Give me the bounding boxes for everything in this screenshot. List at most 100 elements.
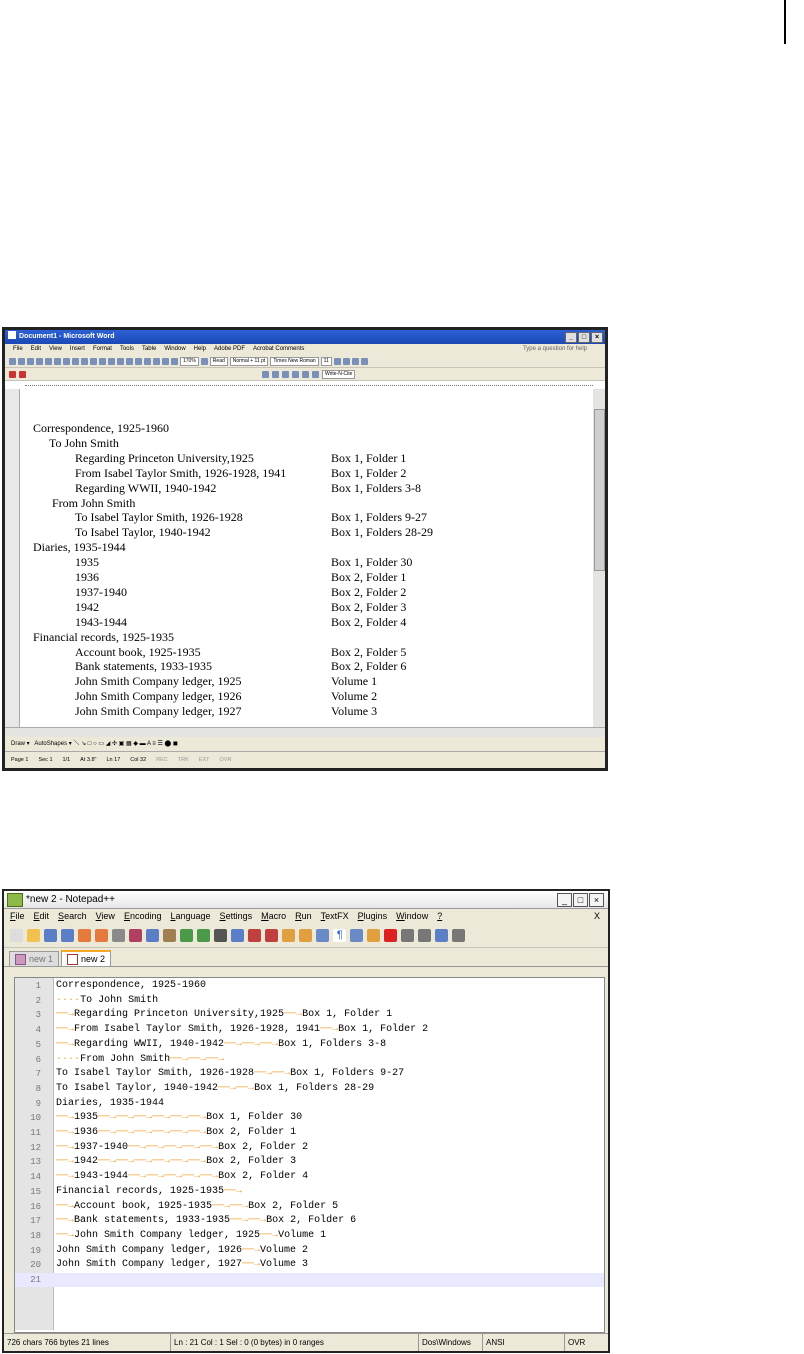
word-menu-help[interactable]: Help — [194, 344, 206, 355]
editor-line[interactable]: 19 John Smith Company ledger, 1926──→Volu… — [15, 1244, 604, 1258]
editor-line[interactable]: 5 ──→Regarding WWII, 1940-1942──→──→──→Bo… — [15, 1038, 604, 1052]
stop-macro-icon[interactable] — [401, 928, 414, 942]
paste-icon[interactable] — [163, 928, 176, 942]
word-menu-view[interactable]: View — [49, 344, 62, 355]
status-rec[interactable]: REC — [156, 752, 168, 768]
align-left-icon[interactable] — [342, 357, 350, 365]
redo-icon[interactable] — [126, 357, 133, 365]
align-right-icon[interactable] — [360, 357, 368, 365]
find-icon[interactable] — [214, 928, 227, 942]
close-icon[interactable] — [78, 928, 91, 942]
spelling-icon[interactable] — [63, 357, 70, 365]
reviewing-icon[interactable] — [312, 370, 319, 378]
paste-icon[interactable] — [99, 357, 106, 365]
word-menu-insert[interactable]: Insert — [70, 344, 85, 355]
print-preview-icon[interactable] — [54, 357, 61, 365]
zoom-select[interactable]: 170% — [180, 356, 199, 366]
help-icon[interactable] — [200, 357, 208, 365]
npp-minimize-button[interactable]: _ — [557, 893, 572, 907]
npp-menu-search[interactable]: Search — [58, 909, 87, 923]
editor-line[interactable]: 6 ····From John Smith──→──→──→ — [15, 1053, 604, 1067]
editor-line[interactable]: 18 ──→John Smith Company ledger, 1925──→V… — [15, 1229, 604, 1243]
reject-icon[interactable] — [302, 370, 309, 378]
wrap-icon[interactable] — [316, 928, 329, 942]
permission-icon[interactable] — [36, 357, 43, 365]
new-file-icon[interactable] — [10, 928, 23, 942]
write-n-cite-button[interactable]: Write-N-Cite — [322, 369, 356, 379]
run-macro-multiple-icon[interactable] — [435, 928, 448, 942]
review-icon[interactable] — [262, 370, 269, 378]
columns-icon[interactable] — [153, 357, 160, 365]
word-menu-file[interactable]: File — [13, 344, 23, 355]
drawing-icon[interactable] — [162, 357, 169, 365]
editor-line[interactable]: 8 To Isabel Taylor, 1940-1942──→──→Box 1,… — [15, 1082, 604, 1096]
redo-icon[interactable] — [197, 928, 210, 942]
editor-line[interactable]: 13 ──→1942──→──→──→──→──→──→Box 2, Folder… — [15, 1155, 604, 1169]
document-area[interactable]: Correspondence, 1925-1960 To John Smith Re… — [5, 389, 595, 727]
open-icon[interactable] — [18, 357, 25, 365]
hyperlink-icon[interactable] — [135, 357, 142, 365]
close-doc-button[interactable]: X — [594, 909, 600, 923]
npp-menu-file[interactable]: File — [10, 909, 25, 923]
pdf-icon[interactable] — [9, 370, 16, 378]
accept-icon[interactable] — [292, 370, 299, 378]
editor-line[interactable]: 21 — [15, 1273, 604, 1287]
save-icon[interactable] — [27, 357, 34, 365]
pdf-mail-icon[interactable] — [19, 370, 26, 378]
npp-maximize-button[interactable]: □ — [573, 893, 588, 907]
replace-icon[interactable] — [231, 928, 244, 942]
print-icon[interactable] — [112, 928, 125, 942]
editor-line[interactable]: 11 ──→1936──→──→──→──→──→──→Box 2, Folder… — [15, 1126, 604, 1140]
npp-menu-edit[interactable]: Edit — [34, 909, 50, 923]
maximize-button[interactable]: □ — [578, 332, 590, 343]
editor-line[interactable]: 7 To Isabel Taylor Smith, 1926-1928──→──→… — [15, 1067, 604, 1081]
close-all-icon[interactable] — [95, 928, 108, 942]
center-icon[interactable] — [351, 357, 359, 365]
play-macro-icon[interactable] — [418, 928, 431, 942]
tab-new-1[interactable]: new 1 — [9, 951, 60, 966]
editor-line[interactable]: 9 Diaries, 1935-1944 — [15, 1097, 604, 1111]
show-hide-icon[interactable] — [171, 357, 178, 365]
all-chars-icon[interactable]: ¶ — [333, 928, 346, 942]
tab-new-2[interactable]: new 2 — [61, 950, 112, 966]
cut-icon[interactable] — [81, 357, 88, 365]
copy-icon[interactable] — [90, 357, 97, 365]
comment-icon[interactable] — [272, 370, 279, 378]
editor-line[interactable]: 3 ──→Regarding Princeton University,1925─… — [15, 1008, 604, 1022]
npp-editor[interactable]: 1 Correspondence, 1925-1960 2 ····To John S… — [14, 977, 605, 1333]
npp-menu-encoding[interactable]: Encoding — [124, 909, 162, 923]
vertical-scrollbar[interactable] — [593, 389, 605, 727]
undo-icon[interactable] — [117, 357, 124, 365]
npp-menu-help[interactable]: ? — [437, 909, 442, 923]
size-select[interactable]: 11 — [320, 356, 332, 366]
editor-line[interactable]: 4 ──→From Isabel Taylor Smith, 1926-1928,… — [15, 1023, 604, 1037]
word-menu-window[interactable]: Window — [164, 344, 185, 355]
record-macro-icon[interactable] — [384, 928, 397, 942]
word-menu-tools[interactable]: Tools — [120, 344, 134, 355]
editor-line[interactable]: 12 ──→1937-1940──→──→──→──→──→Box 2, Fold… — [15, 1141, 604, 1155]
style-select[interactable]: Normal + 11 pt — [229, 356, 269, 366]
editor-line[interactable]: 10 ──→1935──→──→──→──→──→──→Box 1, Folder… — [15, 1111, 604, 1125]
copy-icon[interactable] — [146, 928, 159, 942]
minimize-button[interactable]: _ — [565, 332, 577, 343]
track-icon[interactable] — [282, 370, 289, 378]
format-painter-icon[interactable] — [108, 357, 115, 365]
table-icon[interactable] — [144, 357, 151, 365]
autoshapes-menu[interactable]: AutoShapes — [34, 741, 67, 747]
draw-menu[interactable]: Draw — [11, 741, 25, 747]
status-ovr[interactable]: OVR — [220, 752, 232, 768]
npp-menu-settings[interactable]: Settings — [220, 909, 253, 923]
zoom-out-icon[interactable] — [265, 928, 278, 942]
save-all-icon[interactable] — [61, 928, 74, 942]
npp-menu-language[interactable]: Language — [170, 909, 210, 923]
save-macro-icon[interactable] — [452, 928, 465, 942]
editor-line[interactable]: 17 ──→Bank statements, 1933-1935──→──→Box… — [15, 1214, 604, 1228]
indent-guide-icon[interactable] — [350, 928, 363, 942]
print-icon[interactable] — [45, 357, 52, 365]
status-ext[interactable]: EXT — [199, 752, 210, 768]
editor-line[interactable]: 2 ····To John Smith — [15, 994, 604, 1008]
editor-line[interactable]: 14 ──→1943-1944──→──→──→──→──→Box 2, Fold… — [15, 1170, 604, 1184]
npp-menu-view[interactable]: View — [96, 909, 115, 923]
word-menu-adobe-pdf[interactable]: Adobe PDF — [214, 344, 245, 355]
new-icon[interactable] — [9, 357, 16, 365]
